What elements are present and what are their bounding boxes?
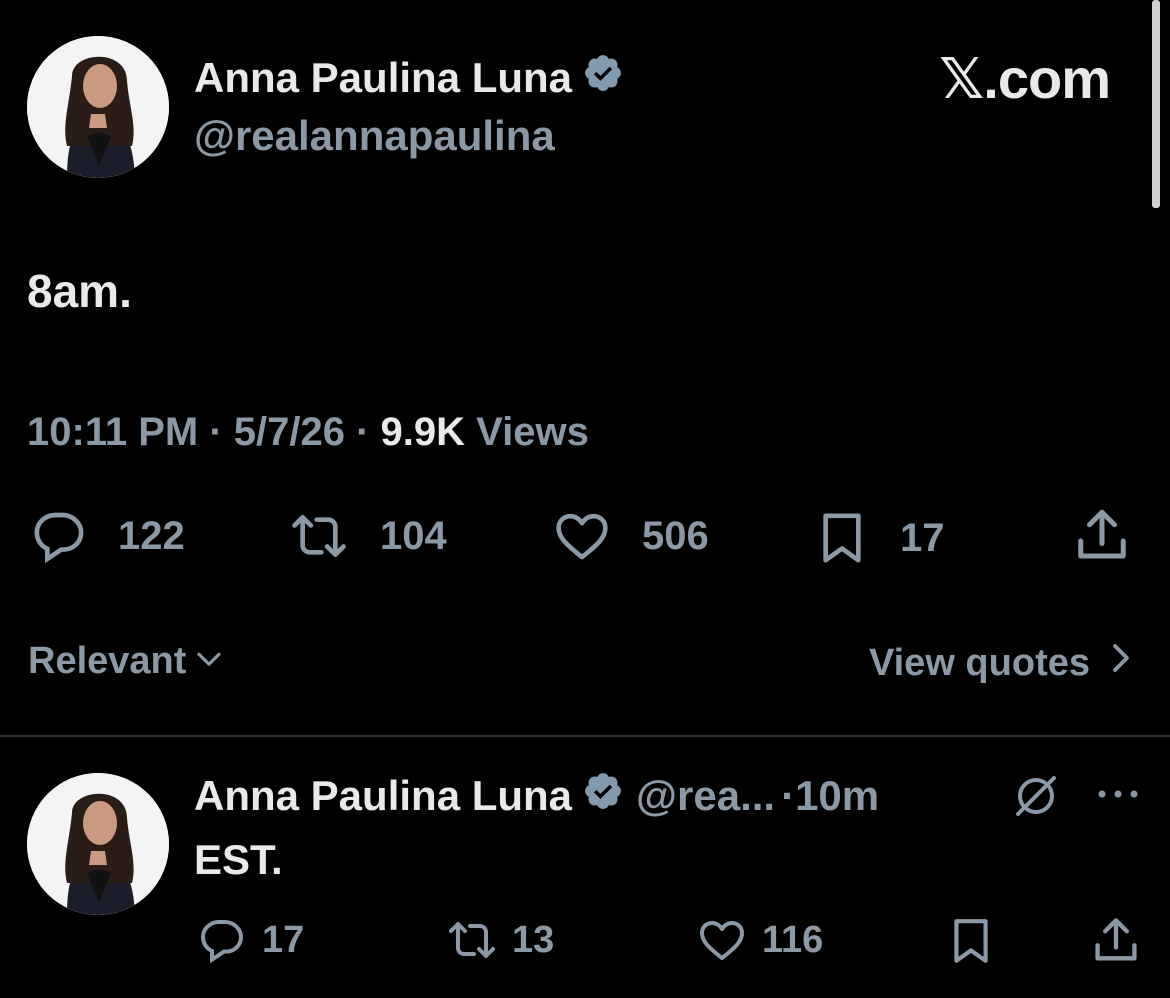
- reply-like-button[interactable]: 116: [694, 916, 823, 964]
- reply-reply-count: 17: [262, 918, 305, 961]
- repost-button[interactable]: 104: [284, 508, 447, 564]
- reply-count: 122: [118, 513, 185, 558]
- more-icon[interactable]: [1096, 786, 1140, 807]
- like-icon[interactable]: [550, 508, 614, 564]
- x-logo-icon: 𝕏: [939, 47, 984, 110]
- reply-button[interactable]: 122: [28, 508, 185, 564]
- reply-icon[interactable]: [28, 508, 90, 564]
- author-name-row[interactable]: Anna Paulina Luna: [194, 52, 624, 104]
- view-quotes-link[interactable]: View quotes: [869, 640, 1134, 686]
- reply-icon[interactable]: [196, 916, 248, 964]
- like-icon[interactable]: [694, 916, 750, 964]
- reply-text: EST.: [194, 836, 283, 883]
- repost-icon[interactable]: [284, 508, 354, 564]
- reply-separator: ·: [781, 772, 796, 819]
- reply-time[interactable]: 10m: [795, 772, 879, 820]
- verified-badge-icon[interactable]: [582, 52, 624, 104]
- like-button[interactable]: 506: [550, 508, 709, 564]
- bookmark-button[interactable]: 17: [814, 508, 945, 568]
- share-icon[interactable]: [1072, 506, 1132, 566]
- sort-relevant-label[interactable]: Relevant: [28, 640, 186, 683]
- tweet-meta: 10:11 PM · 5/7/26 · 9.9K Views: [27, 410, 589, 454]
- sort-relevant[interactable]: Relevant: [28, 640, 224, 683]
- verified-badge-icon[interactable]: [582, 770, 624, 822]
- brand-logo: 𝕏.com: [939, 46, 1111, 112]
- brand-domain: .com: [983, 47, 1111, 110]
- reply-author-name[interactable]: Anna Paulina Luna: [194, 772, 572, 820]
- share-icon[interactable]: [1090, 914, 1142, 968]
- grok-icon[interactable]: [1012, 772, 1060, 825]
- reply-reply-button[interactable]: 17: [196, 916, 304, 964]
- reply-handle[interactable]: @rea...: [636, 772, 775, 820]
- tweet-date: 5/7/26: [233, 410, 345, 454]
- views-label: Views: [476, 410, 589, 454]
- view-quotes-label[interactable]: View quotes: [869, 642, 1090, 685]
- reply-header[interactable]: Anna Paulina Luna @rea... · 10m: [194, 770, 879, 822]
- share-button[interactable]: [1072, 506, 1132, 566]
- bookmark-count: 17: [900, 515, 945, 560]
- reply-bookmark-button[interactable]: [946, 914, 996, 968]
- reply-repost-button[interactable]: 13: [442, 916, 554, 964]
- views-count: 9.9K: [380, 410, 466, 454]
- author-avatar[interactable]: [27, 36, 169, 178]
- reply-share-button[interactable]: [1090, 914, 1142, 968]
- reply-author-avatar[interactable]: [27, 773, 169, 915]
- bookmark-icon[interactable]: [814, 508, 870, 568]
- chevron-down-icon[interactable]: [194, 640, 224, 683]
- author-name[interactable]: Anna Paulina Luna: [194, 54, 572, 102]
- tweet-time: 10:11 PM: [27, 410, 199, 454]
- repost-icon[interactable]: [442, 916, 502, 964]
- author-handle[interactable]: @realannapaulina: [194, 112, 555, 160]
- bookmark-icon[interactable]: [946, 914, 996, 968]
- divider: [0, 735, 1170, 737]
- like-count: 506: [642, 513, 709, 558]
- repost-count: 104: [380, 513, 447, 558]
- chevron-right-icon[interactable]: [1108, 640, 1134, 686]
- reply-like-count: 116: [762, 918, 824, 961]
- tweet-text: 8am.: [27, 265, 132, 317]
- reply-repost-count: 13: [512, 918, 555, 961]
- scrollbar[interactable]: [1152, 0, 1160, 208]
